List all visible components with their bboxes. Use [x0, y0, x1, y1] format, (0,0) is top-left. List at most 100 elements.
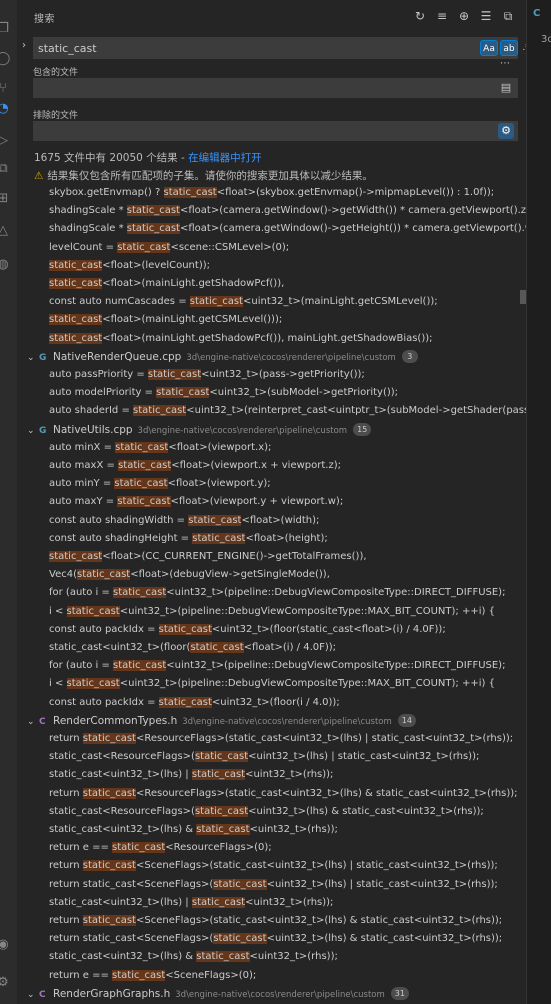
result-match-line[interactable]: return static_cast<SceneFlags>(static_ca…: [17, 857, 526, 875]
result-match-line[interactable]: return e == static_cast<ResourceFlags>(0…: [17, 839, 526, 857]
match-context-text: shadingScale *: [49, 205, 127, 217]
search-icon[interactable]: ◯: [0, 50, 17, 70]
result-match-line[interactable]: static_cast<uint32_t>(lhs) & static_cast…: [17, 948, 526, 966]
use-exclude-settings-icon[interactable]: ⚙: [498, 123, 514, 139]
match-case-toggle[interactable]: Aa: [480, 40, 498, 56]
chevron-down-icon[interactable]: ⌄: [27, 422, 39, 440]
account-icon[interactable]: ◉: [0, 936, 17, 956]
settings-gear-icon[interactable]: ⚙: [0, 974, 17, 994]
clear-results-icon[interactable]: ≡: [434, 8, 450, 24]
result-match-line[interactable]: static_cast<uint32_t>(floor(static_cast<…: [17, 639, 526, 657]
result-match-line[interactable]: return static_cast<SceneFlags>(static_ca…: [17, 930, 526, 948]
result-match-line[interactable]: return static_cast<SceneFlags>(static_ca…: [17, 876, 526, 894]
result-match-line[interactable]: const auto numCascades = static_cast<uin…: [17, 293, 526, 311]
result-match-line[interactable]: auto maxY = static_cast<float>(viewport.…: [17, 493, 526, 511]
result-match-line[interactable]: return static_cast<SceneFlags>(static_ca…: [17, 912, 526, 930]
chevron-down-icon[interactable]: ⌄: [27, 986, 39, 1004]
run-debug-icon[interactable]: ◔: [0, 100, 17, 120]
search-input[interactable]: [38, 40, 458, 56]
editor-tab-icon[interactable]: C: [533, 8, 551, 28]
exclude-input[interactable]: [37, 123, 477, 139]
match-context-text: <float>(camera.getWindow()->getWidth()) …: [179, 205, 526, 217]
match-context-text: static_cast<uint32_t>(lhs) &: [49, 951, 197, 963]
result-file-row[interactable]: ⌄ C RenderGraphGraphs.h 3d\engine-native\co…: [17, 985, 526, 1003]
github-icon[interactable]: ◍: [0, 256, 17, 276]
match-context-text: <float>(debugView->getSingleMode()),: [130, 569, 330, 581]
match-highlight: static_cast: [133, 405, 187, 417]
result-match-line[interactable]: i < static_cast<uint32_t>(pipeline::Debu…: [17, 675, 526, 693]
open-editors-only-icon[interactable]: ▤: [498, 80, 514, 96]
result-match-line[interactable]: auto modelPriority = static_cast<uint32_…: [17, 384, 526, 402]
match-context-text: i <: [49, 678, 67, 690]
new-search-editor-icon[interactable]: ⊕: [456, 8, 472, 24]
view-as-tree-icon[interactable]: ☰: [478, 8, 494, 24]
remote-icon[interactable]: ⧉: [0, 160, 17, 180]
match-highlight: static_cast: [117, 241, 171, 253]
result-match-line[interactable]: static_cast<ResourceFlags>(static_cast<u…: [17, 803, 526, 821]
source-control-icon[interactable]: ⑂: [0, 80, 17, 100]
exclude-field: ⚙: [33, 121, 518, 141]
toggle-replace-chevron-icon[interactable]: ›: [22, 40, 32, 54]
result-match-line[interactable]: Vec4(static_cast<float>(debugView->getSi…: [17, 566, 526, 584]
match-highlight: static_cast: [147, 369, 202, 380]
match-highlight: static_cast: [82, 787, 136, 799]
result-file-row[interactable]: ⌄ G NativeRenderQueue.cpp 3d\engine-native\…: [17, 348, 526, 366]
result-match-line[interactable]: auto passPriority = static_cast<uint32_t…: [17, 366, 526, 384]
result-match-line[interactable]: auto minX = static_cast<float>(viewport.…: [17, 439, 526, 457]
match-context-text: <ResourceFlags>(static_cast<uint32_t>(lh…: [135, 733, 514, 744]
match-context-text: return e ==: [49, 969, 113, 981]
result-file-path: 3d\engine-native\cocos\renderer\pipeline…: [186, 352, 396, 363]
result-match-line[interactable]: auto minY = static_cast<float>(viewport.…: [17, 475, 526, 493]
result-match-line[interactable]: const auto packIdx = static_cast<uint32_…: [17, 694, 526, 712]
result-match-line[interactable]: static_cast<float>(mainLight.getShadowPc…: [17, 275, 526, 293]
open-in-editor-link[interactable]: 在编辑器中打开: [188, 152, 262, 164]
chevron-down-icon[interactable]: ⌄: [27, 713, 39, 731]
result-match-line[interactable]: for (auto i = static_cast<uint32_t>(pipe…: [17, 657, 526, 675]
extensions-icon[interactable]: ▷: [0, 132, 17, 152]
result-match-line[interactable]: static_cast<ResourceFlags>(static_cast<u…: [17, 748, 526, 766]
result-match-line[interactable]: static_cast<uint32_t>(lhs) | static_cast…: [17, 766, 526, 784]
match-context-text: <uint32_t>(floor(i / 4.0));: [211, 696, 340, 708]
result-match-line[interactable]: i < static_cast<uint32_t>(pipeline::Debu…: [17, 603, 526, 621]
result-match-line[interactable]: auto shaderId = static_cast<uint32_t>(re…: [17, 402, 526, 420]
match-context-text: <uint32_t>(reinterpret_cast<uintptr_t>(s…: [186, 405, 526, 417]
chevron-down-icon[interactable]: ⌄: [27, 349, 39, 367]
result-match-line[interactable]: const auto packIdx = static_cast<uint32_…: [17, 621, 526, 639]
result-match-line[interactable]: static_cast<uint32_t>(lhs) | static_cast…: [17, 894, 526, 912]
result-match-line[interactable]: static_cast<float>(mainLight.getCSMLevel…: [17, 311, 526, 329]
match-context-text: static_cast<uint32_t>(lhs) |: [49, 769, 192, 781]
result-file-row[interactable]: ⌄ G NativeUtils.cpp 3d\engine-native\cocos\…: [17, 421, 526, 439]
match-context-text: <uint32_t>(floor(static_cast<float>(i) /…: [211, 623, 446, 635]
explorer-icon[interactable]: ⊞: [0, 190, 17, 210]
refresh-icon[interactable]: ↻: [412, 8, 428, 24]
match-context-text: const auto shadingHeight =: [49, 532, 193, 544]
more-options-icon[interactable]: ⋯: [500, 59, 514, 70]
result-match-line[interactable]: return static_cast<ResourceFlags>(static…: [17, 730, 526, 748]
include-input[interactable]: [37, 80, 477, 96]
result-match-line[interactable]: return static_cast<ResourceFlags>(static…: [17, 785, 526, 803]
result-match-line[interactable]: static_cast<float>(mainLight.getShadowPc…: [17, 330, 526, 348]
match-context-text: return: [49, 860, 83, 872]
match-whole-word-toggle[interactable]: ab: [500, 40, 518, 56]
result-match-line[interactable]: skybox.getEnvmap() ? static_cast<float>(…: [17, 184, 526, 202]
match-highlight: static_cast: [158, 696, 212, 708]
match-context-text: <uint32_t>(rhs));: [245, 896, 334, 908]
result-match-line[interactable]: const auto shadingWidth = static_cast<fl…: [17, 512, 526, 530]
result-file-row[interactable]: ⌄ C RenderCommonTypes.h 3d\engine-native\co…: [17, 712, 526, 730]
result-match-line[interactable]: auto maxX = static_cast<float>(viewport.…: [17, 457, 526, 475]
match-highlight: static_cast: [82, 860, 136, 872]
result-match-line[interactable]: shadingScale * static_cast<float>(camera…: [17, 202, 526, 220]
result-match-line[interactable]: for (auto i = static_cast<uint32_t>(pipe…: [17, 584, 526, 602]
files-icon[interactable]: ❐: [0, 20, 17, 40]
result-match-line[interactable]: shadingScale * static_cast<float>(camera…: [17, 220, 526, 238]
result-match-line[interactable]: const auto shadingHeight = static_cast<f…: [17, 530, 526, 548]
collapse-all-icon[interactable]: ⧉: [500, 8, 516, 24]
result-match-line[interactable]: static_cast<uint32_t>(lhs) & static_cast…: [17, 821, 526, 839]
result-match-line[interactable]: return e == static_cast<SceneFlags>(0);: [17, 967, 526, 985]
testing-icon[interactable]: △: [0, 222, 17, 242]
match-highlight: static_cast: [196, 951, 250, 963]
match-context-text: shadingScale *: [49, 223, 127, 235]
result-match-line[interactable]: levelCount = static_cast<scene::CSMLevel…: [17, 239, 526, 257]
result-match-line[interactable]: static_cast<float>(levelCount));: [17, 257, 526, 275]
result-match-line[interactable]: static_cast<float>(CC_CURRENT_ENGINE()->…: [17, 548, 526, 566]
